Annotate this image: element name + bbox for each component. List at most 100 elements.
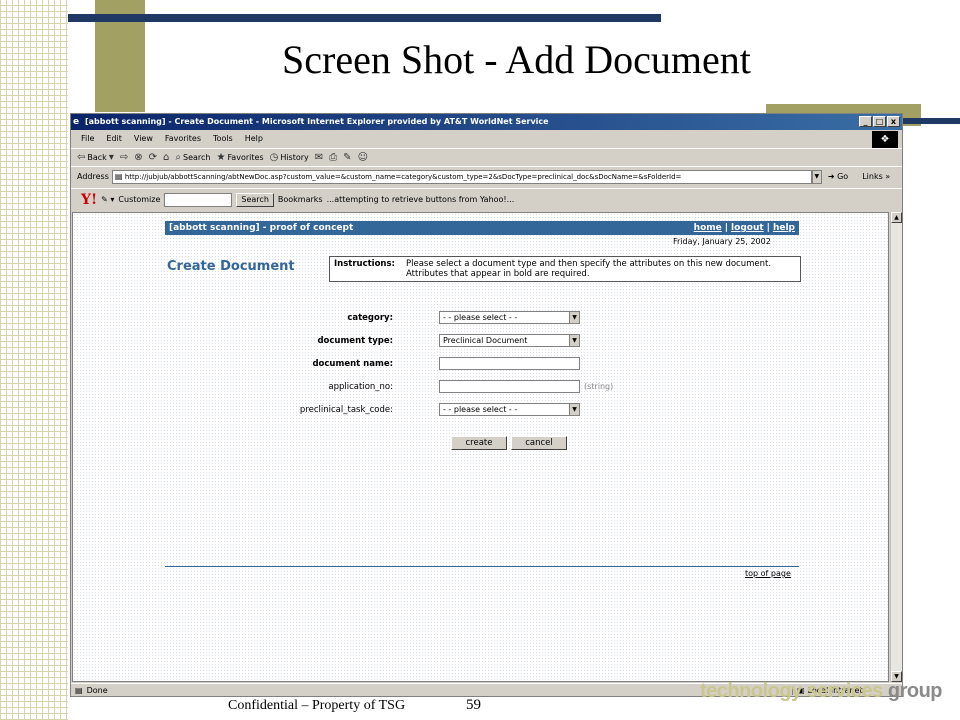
window-title: [abbott scanning] - Create Document - Mi… bbox=[85, 117, 549, 126]
nav-separator: | bbox=[766, 223, 770, 233]
favorites-label: Favorites bbox=[227, 152, 264, 162]
search-button[interactable]: ⌕ Search bbox=[175, 152, 210, 163]
menu-help[interactable]: Help bbox=[245, 134, 263, 143]
home-icon[interactable]: ⌂ bbox=[163, 152, 169, 163]
document-type-label: document type: bbox=[317, 336, 393, 346]
messenger-icon[interactable]: ☺ bbox=[358, 152, 368, 163]
home-link[interactable]: home bbox=[694, 221, 722, 235]
forward-arrow-icon[interactable]: ⇨ bbox=[120, 152, 128, 163]
address-dropdown-button[interactable]: ▼ bbox=[811, 169, 822, 184]
address-bar: Address ▤ http://jubjub/abbottScanning/a… bbox=[71, 166, 902, 186]
application-no-label: application_no: bbox=[328, 382, 393, 392]
menu-file[interactable]: File bbox=[81, 134, 94, 143]
history-button[interactable]: ◷ History bbox=[270, 152, 309, 163]
menu-favorites[interactable]: Favorites bbox=[165, 134, 201, 143]
instructions-text: Please select a document type and then s… bbox=[406, 259, 772, 279]
stripe-pattern bbox=[0, 0, 68, 720]
date-text: Friday, January 25, 2002 bbox=[673, 237, 771, 246]
status-text: Done bbox=[86, 686, 108, 695]
maximize-button[interactable]: □ bbox=[873, 116, 886, 127]
toolbar: ⇦ Back ▾ ⇨ ⊗ ⟳ ⌂ ⌕ Search ★ Favorites ◷ … bbox=[71, 148, 902, 165]
links-label: Links bbox=[862, 172, 883, 181]
document-type-value: Preclinical Document bbox=[443, 336, 528, 345]
app-header-bar: [abbott scanning] - proof of concept hom… bbox=[165, 221, 799, 235]
windows-logo-icon: ❖ bbox=[872, 131, 898, 149]
create-button[interactable]: create bbox=[451, 436, 507, 450]
footer-page-number: 59 bbox=[466, 697, 481, 713]
edit-icon[interactable]: ✎ bbox=[343, 152, 351, 163]
history-label: History bbox=[280, 152, 309, 162]
mail-icon[interactable]: ✉ bbox=[315, 152, 323, 163]
application-no-input[interactable] bbox=[439, 380, 580, 393]
refresh-icon[interactable]: ⟳ bbox=[149, 152, 157, 163]
category-row: category: - - please select - - ▼ bbox=[233, 311, 633, 325]
chevron-down-icon: ▾ bbox=[108, 151, 114, 163]
favorites-button[interactable]: ★ Favorites bbox=[216, 152, 263, 163]
vertical-scrollbar[interactable]: ▲ ▼ bbox=[890, 212, 902, 682]
ie-icon: e bbox=[73, 117, 80, 127]
navy-accent-rule-right bbox=[900, 118, 960, 124]
chevron-down-icon: ▼ bbox=[569, 312, 579, 323]
category-label: category: bbox=[347, 313, 393, 323]
search-label: Search bbox=[182, 152, 211, 162]
top-of-page-link[interactable]: top of page bbox=[745, 569, 791, 578]
address-url: http://jubjub/abbottScanning/abtNewDoc.a… bbox=[124, 172, 682, 181]
page-viewport: [abbott scanning] - proof of concept hom… bbox=[72, 212, 889, 682]
window-titlebar: e [abbott scanning] - Create Document - … bbox=[71, 114, 902, 130]
help-link[interactable]: help bbox=[773, 221, 795, 235]
menu-edit[interactable]: Edit bbox=[106, 134, 122, 143]
menu-view[interactable]: View bbox=[134, 134, 153, 143]
document-name-row: document name: bbox=[233, 357, 633, 371]
print-icon[interactable]: ⎙ bbox=[329, 152, 337, 163]
task-code-select[interactable]: - - please select - - ▼ bbox=[439, 403, 580, 416]
logout-link[interactable]: logout bbox=[731, 221, 764, 235]
customize-button[interactable]: Customize bbox=[118, 195, 160, 204]
chevron-down-icon: ▼ bbox=[569, 404, 579, 415]
yahoo-search-input[interactable] bbox=[164, 192, 233, 207]
document-name-label: document name: bbox=[312, 359, 393, 369]
menu-bar: File Edit View Favorites Tools Help bbox=[71, 131, 902, 146]
pencil-icon[interactable]: ✎ ▾ bbox=[101, 195, 114, 204]
search-icon: ⌕ bbox=[175, 151, 181, 163]
task-code-row: preclinical_task_code: - - please select… bbox=[233, 403, 633, 417]
menu-tools[interactable]: Tools bbox=[213, 134, 233, 143]
logo-tail: group bbox=[882, 680, 943, 702]
links-button[interactable]: Links » bbox=[862, 172, 890, 181]
slide-title: Screen Shot - Add Document bbox=[282, 37, 751, 82]
yahoo-logo-icon[interactable]: Y! bbox=[81, 192, 97, 208]
yahoo-status-text: ...attempting to retrieve buttons from Y… bbox=[326, 195, 515, 204]
company-logo: technology services group bbox=[700, 680, 943, 702]
history-icon: ◷ bbox=[269, 151, 279, 163]
application-no-hint: (string) bbox=[584, 382, 614, 391]
address-input[interactable]: ▤ http://jubjub/abbottScanning/abtNewDoc… bbox=[111, 169, 812, 184]
minimize-button[interactable]: _ bbox=[859, 116, 872, 127]
application-no-row: application_no: (string) bbox=[233, 380, 633, 394]
logo-text: technology services bbox=[700, 680, 883, 702]
window-controls: _ □ x bbox=[859, 116, 900, 127]
footer-confidential: Confidential – Property of TSG bbox=[228, 698, 406, 713]
bookmarks-button[interactable]: Bookmarks bbox=[278, 195, 323, 204]
navy-accent-rule bbox=[68, 14, 661, 22]
scroll-up-icon[interactable]: ▲ bbox=[891, 212, 902, 223]
go-button[interactable]: ➜ Go bbox=[828, 172, 848, 181]
page-icon: ▤ bbox=[114, 171, 123, 181]
stop-icon[interactable]: ⊗ bbox=[134, 152, 142, 163]
close-button[interactable]: x bbox=[887, 116, 900, 127]
back-button[interactable]: ⇦ Back ▾ bbox=[77, 152, 114, 163]
address-label: Address bbox=[77, 172, 109, 181]
document-type-row: document type: Preclinical Document ▼ bbox=[233, 334, 633, 348]
document-name-input[interactable] bbox=[439, 357, 580, 370]
go-label: Go bbox=[837, 172, 849, 181]
page-heading: Create Document bbox=[167, 259, 295, 274]
category-select[interactable]: - - please select - - ▼ bbox=[439, 311, 580, 324]
instructions-label: Instructions: bbox=[334, 259, 395, 269]
browser-window: e [abbott scanning] - Create Document - … bbox=[70, 113, 903, 697]
document-type-select[interactable]: Preclinical Document ▼ bbox=[439, 334, 580, 347]
yahoo-toolbar: Y! ✎ ▾ Customize Search Bookmarks ...att… bbox=[71, 188, 902, 210]
back-label: Back bbox=[87, 152, 107, 162]
yahoo-search-button[interactable]: Search bbox=[236, 192, 274, 207]
task-code-label: preclinical_task_code: bbox=[299, 405, 393, 415]
favorites-icon: ★ bbox=[216, 151, 226, 163]
nav-separator: | bbox=[724, 223, 729, 233]
cancel-button[interactable]: cancel bbox=[511, 436, 567, 450]
